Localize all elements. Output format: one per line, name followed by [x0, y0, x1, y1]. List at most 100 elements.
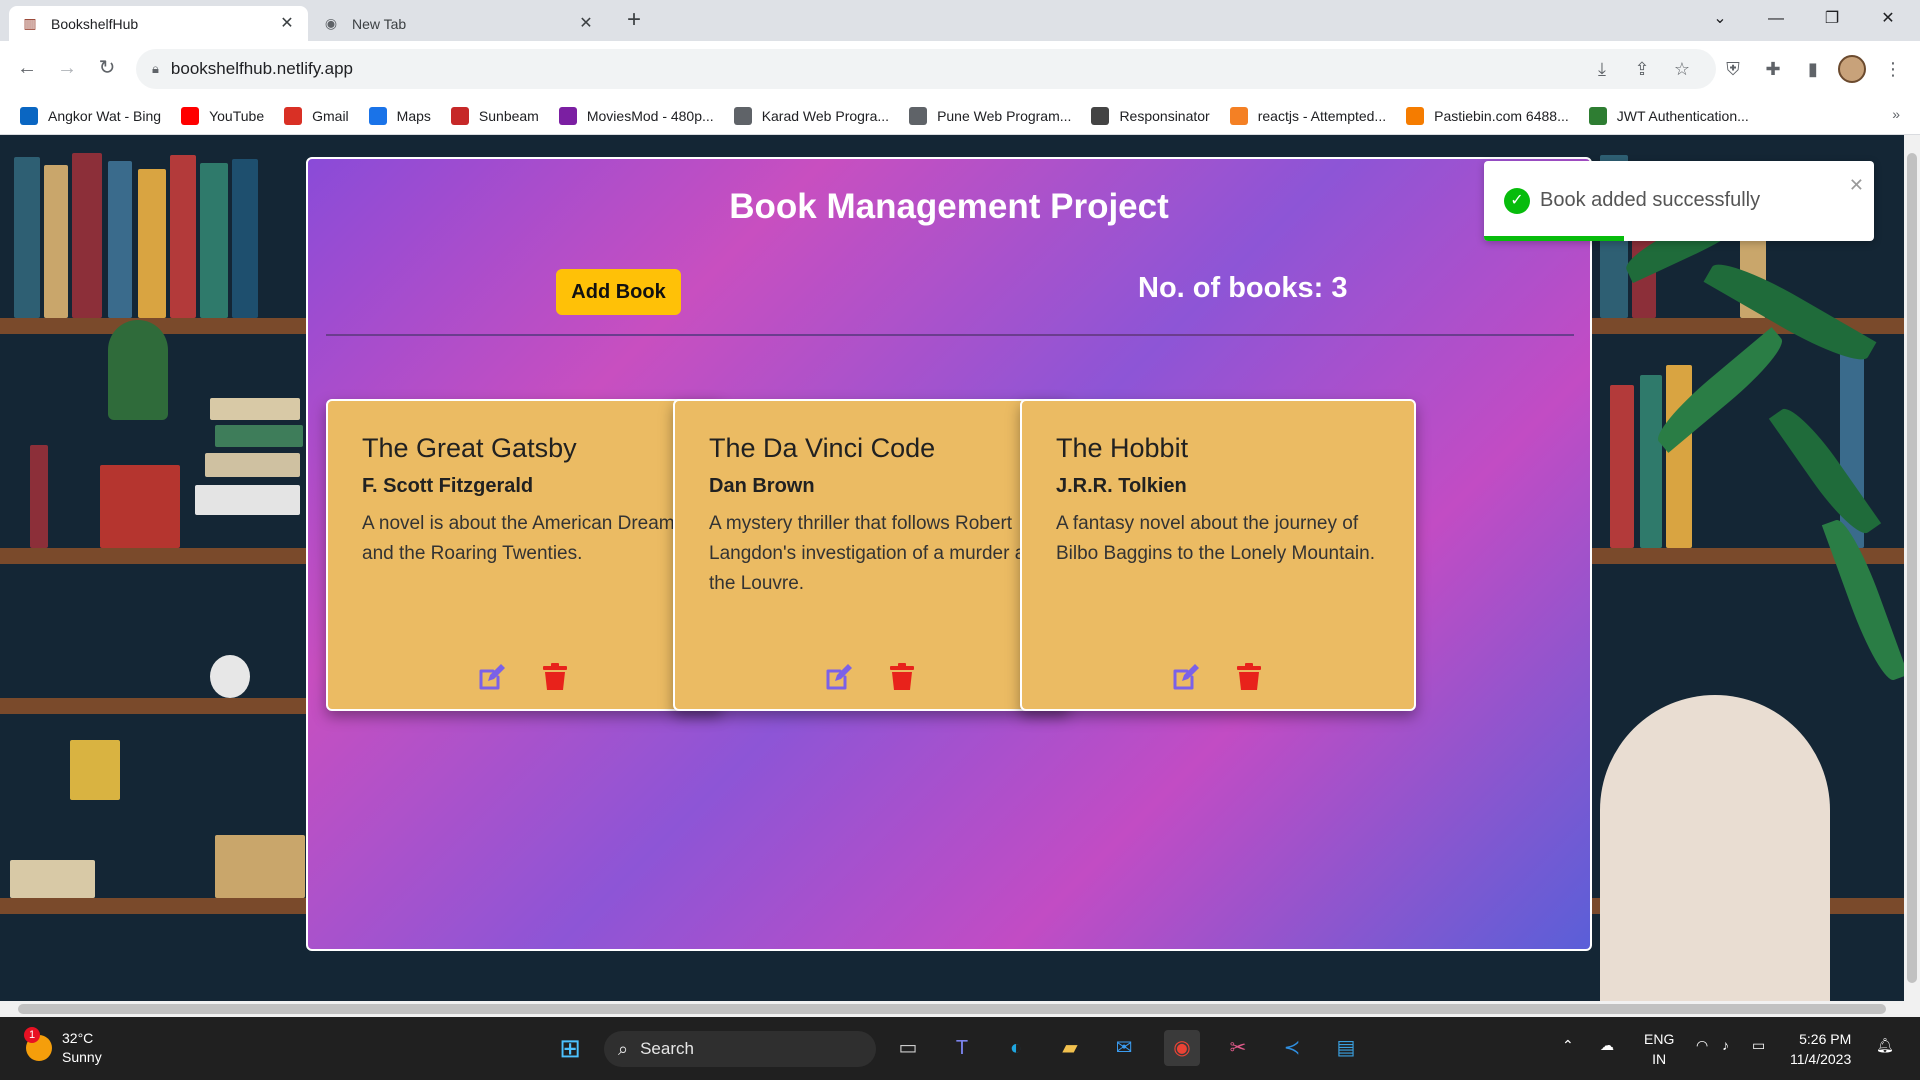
pastebin-icon — [1406, 107, 1425, 125]
wifi-icon[interactable]: ◠ — [1696, 1037, 1708, 1054]
scrollbar-thumb[interactable] — [18, 1004, 1886, 1014]
sun-icon: 1 — [24, 1027, 52, 1061]
weather-temp: 32°C — [62, 1030, 94, 1046]
tab-search-icon[interactable]: ⌄ — [1692, 0, 1748, 40]
vscode-icon[interactable]: ≺ — [1274, 1030, 1310, 1066]
shield-extension-icon[interactable]: ⛨ — [1716, 52, 1750, 86]
weather-widget[interactable]: 1 32°C Sunny — [24, 1027, 102, 1067]
trash-icon[interactable] — [1236, 663, 1262, 691]
bookmark-label: Sunbeam — [478, 108, 539, 124]
toast-message: Book added successfully — [1540, 189, 1761, 211]
side-panel-icon[interactable]: ▮ — [1796, 52, 1830, 86]
task-view-icon[interactable]: ▭ — [890, 1030, 926, 1066]
link-icon — [1588, 107, 1607, 125]
teams-icon[interactable]: T — [944, 1030, 980, 1066]
bookmark-item[interactable]: Gmail — [284, 107, 349, 125]
shelf-book — [205, 453, 300, 477]
close-tab-icon[interactable]: ✕ — [577, 15, 595, 33]
battery-icon[interactable]: ▭ — [1752, 1037, 1765, 1054]
forward-icon[interactable]: → — [50, 51, 84, 85]
clock-date: 11/4/2023 — [1790, 1051, 1852, 1067]
add-book-button[interactable]: Add Book — [556, 269, 681, 315]
new-tab-button[interactable]: + — [618, 6, 650, 36]
app-panel: Book Management Project Add Book No. of … — [306, 157, 1592, 951]
cactus-plant — [108, 320, 168, 420]
tab-new-tab[interactable]: ◉ New Tab ✕ — [310, 6, 607, 41]
file-explorer-icon[interactable]: ▰ — [1052, 1030, 1088, 1066]
bookmark-item[interactable]: Maps — [368, 107, 431, 125]
show-hidden-icons-icon[interactable]: ⌃ — [1562, 1037, 1574, 1054]
profile-avatar[interactable] — [1838, 55, 1866, 83]
horizontal-scrollbar[interactable] — [0, 1001, 1920, 1017]
bookmark-label: Karad Web Progra... — [761, 108, 890, 124]
book-description: A fantasy novel about the journey of Bil… — [1056, 513, 1375, 564]
onedrive-icon[interactable]: ☁ — [1600, 1037, 1614, 1054]
more-bookmarks-icon[interactable]: » — [1892, 106, 1900, 122]
bookmark-item[interactable]: Pastiebin.com 6488... — [1406, 107, 1569, 125]
tab-bookshelfhub[interactable]: ▥ BookshelfHub ✕ — [9, 6, 308, 41]
edit-icon[interactable] — [825, 663, 853, 691]
edit-icon[interactable] — [1172, 663, 1200, 691]
close-toast-icon[interactable]: ✕ — [1849, 175, 1864, 196]
lock-icon[interactable]: 🔒︎ — [152, 61, 159, 77]
restore-button[interactable]: ❐ — [1804, 0, 1860, 40]
maps-icon — [368, 107, 387, 125]
menu-dots-icon[interactable]: ⋮ — [1876, 52, 1910, 86]
vertical-scrollbar[interactable] — [1904, 135, 1920, 1001]
taskbar-search[interactable]: ⌕ Search — [604, 1031, 876, 1067]
close-window-button[interactable]: ✕ — [1860, 0, 1916, 40]
globe-icon — [909, 107, 928, 125]
extensions-icon[interactable]: ✚ — [1756, 52, 1790, 86]
snipping-tool-icon[interactable]: ✂ — [1220, 1030, 1256, 1066]
bookshelf-favicon-icon: ▥ — [23, 15, 37, 31]
tab-title: New Tab — [352, 15, 407, 32]
address-bar[interactable]: 🔒︎ bookshelfhub.netlify.app — [136, 49, 1716, 89]
scrollbar-thumb[interactable] — [1907, 153, 1917, 983]
language-indicator[interactable]: ENG IN — [1644, 1029, 1674, 1069]
reload-icon[interactable]: ↻ — [90, 51, 124, 85]
edit-icon[interactable] — [478, 663, 506, 691]
shelf-book — [232, 159, 258, 318]
moviesmod-icon — [558, 107, 577, 125]
bookmark-label: YouTube — [209, 108, 265, 124]
close-tab-icon[interactable]: ✕ — [278, 15, 296, 33]
bookmark-item[interactable]: Sunbeam — [450, 107, 539, 125]
book-author: Dan Brown — [709, 475, 815, 497]
bookmark-item[interactable]: YouTube — [181, 107, 264, 125]
chrome-icon[interactable]: ◉ — [1164, 1030, 1200, 1066]
notepad-icon[interactable]: ▤ — [1328, 1030, 1364, 1066]
mail-icon[interactable]: ✉ — [1106, 1030, 1142, 1066]
share-icon[interactable]: ⇪ — [1626, 53, 1658, 85]
lang-code: ENG — [1644, 1031, 1675, 1047]
shelf-book — [10, 860, 95, 898]
bookmark-item[interactable]: Karad Web Progra... — [733, 107, 890, 125]
plant-leaf — [1703, 252, 1877, 372]
back-icon[interactable]: ← — [10, 51, 44, 85]
bookmark-label: JWT Authentication... — [1616, 108, 1749, 124]
stackoverflow-icon — [1229, 107, 1248, 125]
bookmark-item[interactable]: Responsinator — [1091, 107, 1210, 125]
bookmark-item[interactable]: Angkor Wat - Bing — [20, 107, 161, 125]
install-app-icon[interactable]: ⤓ — [1586, 53, 1618, 85]
system-clock[interactable]: 5:26 PM 11/4/2023 — [1790, 1029, 1851, 1069]
trash-icon[interactable] — [889, 663, 915, 691]
edge-icon[interactable]: ◐ — [998, 1030, 1034, 1066]
bookmark-item[interactable]: MoviesMod - 480p... — [558, 107, 714, 125]
shelf-book — [210, 398, 300, 420]
book-card: The Hobbit J.R.R. Tolkien A fantasy nove… — [1020, 399, 1416, 711]
check-circle-icon: ✓ — [1504, 188, 1530, 214]
windows-start-icon[interactable]: ⊞ — [552, 1030, 588, 1066]
bookmark-item[interactable]: reactjs - Attempted... — [1229, 107, 1386, 125]
trash-icon[interactable] — [542, 663, 568, 691]
shelf-book — [1640, 375, 1662, 548]
shelf-book — [1610, 385, 1634, 548]
bookmark-label: Gmail — [312, 108, 349, 124]
notification-bell-icon[interactable]: 🔔︎ — [1876, 1037, 1894, 1054]
bookmark-item[interactable]: Pune Web Program... — [909, 107, 1071, 125]
bookmark-item[interactable]: JWT Authentication... — [1588, 107, 1749, 125]
plant-leaf — [1768, 400, 1882, 542]
minimize-button[interactable]: — — [1748, 0, 1804, 40]
tab-strip: ▥ BookshelfHub ✕ ◉ New Tab ✕ + ⌄ — ❐ ✕ — [0, 0, 1920, 41]
volume-icon[interactable]: ♪ — [1722, 1037, 1729, 1053]
bookmark-star-icon[interactable]: ☆ — [1666, 53, 1698, 85]
